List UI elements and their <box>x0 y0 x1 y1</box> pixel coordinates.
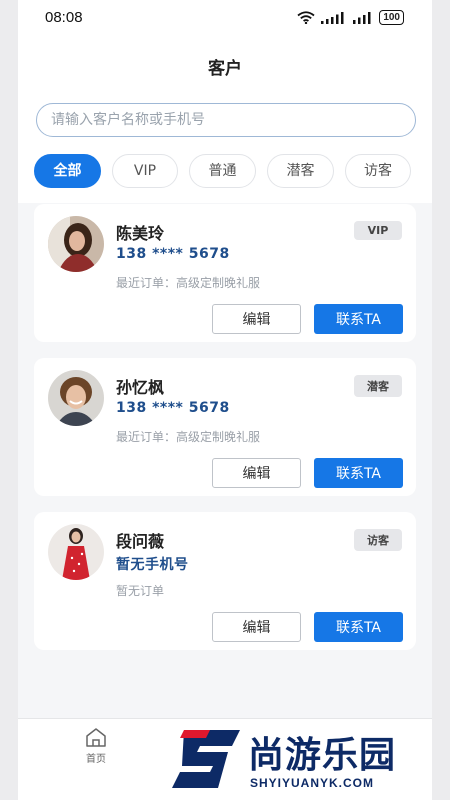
battery-indicator: 100 <box>379 10 404 25</box>
avatar <box>48 216 104 272</box>
edit-button[interactable]: 编辑 <box>212 612 301 642</box>
signal-icon <box>321 11 344 24</box>
filter-chip-prospect[interactable]: 潜客 <box>267 154 334 188</box>
status-icons: 100 <box>297 10 404 25</box>
page-title: 客户 <box>208 59 242 79</box>
filter-chip-all[interactable]: 全部 <box>34 154 101 188</box>
status-time: 08:08 <box>45 9 83 26</box>
recent-order: 最近订单：高级定制晚礼服 <box>116 276 261 290</box>
avatar <box>48 370 104 426</box>
search-bar <box>18 90 432 140</box>
app-screen: 08:08 100 客户 请输入客户名称或手机号 全部 VIP 普通 潜客 访客… <box>18 0 432 800</box>
watermark-brand: 尚游乐园 <box>248 735 397 776</box>
customer-card[interactable]: 段问薇 暂无手机号 暂无订单 访客 编辑 联系TA <box>34 512 416 650</box>
tab-home[interactable]: 首页 <box>76 727 116 765</box>
search-input[interactable] <box>36 103 416 137</box>
home-icon <box>86 728 106 747</box>
recent-order: 暂无订单 <box>116 584 165 598</box>
page-header: 客户 <box>18 38 432 90</box>
customer-phone: 138 **** 5678 <box>116 400 230 416</box>
customer-name: 段问薇 <box>116 532 165 551</box>
customer-phone: 138 **** 5678 <box>116 246 230 262</box>
watermark-logo: 尚游乐园 SHYIYUANYK.COM <box>170 720 450 800</box>
contact-button[interactable]: 联系TA <box>314 612 403 642</box>
wifi-icon <box>297 11 315 24</box>
edit-button[interactable]: 编辑 <box>212 458 301 488</box>
filter-chip-vip[interactable]: VIP <box>112 154 178 188</box>
brand-s-logo-icon <box>172 730 240 788</box>
recent-order: 最近订单：高级定制晚礼服 <box>116 430 261 444</box>
avatar <box>48 524 104 580</box>
customer-tag-badge: 访客 <box>354 529 402 551</box>
filter-tabs: 全部 VIP 普通 潜客 访客 <box>18 140 432 203</box>
filter-chip-normal[interactable]: 普通 <box>189 154 256 188</box>
customer-name: 陈美玲 <box>116 224 165 243</box>
contact-button[interactable]: 联系TA <box>314 458 403 488</box>
customer-tag-badge: VIP <box>354 221 402 240</box>
customer-name: 孙忆枫 <box>116 378 165 397</box>
customer-tag-badge: 潜客 <box>354 375 402 397</box>
contact-button[interactable]: 联系TA <box>314 304 403 334</box>
tab-home-label: 首页 <box>86 754 106 765</box>
customer-phone: 暂无手机号 <box>116 557 189 573</box>
filter-chip-visitor[interactable]: 访客 <box>345 154 411 188</box>
edit-button[interactable]: 编辑 <box>212 304 301 334</box>
status-bar: 08:08 100 <box>18 0 432 38</box>
customer-card[interactable]: 孙忆枫 138 **** 5678 最近订单：高级定制晚礼服 潜客 编辑 联系T… <box>34 358 416 496</box>
signal-icon-2 <box>353 11 371 24</box>
customer-card[interactable]: 陈美玲 138 **** 5678 最近订单：高级定制晚礼服 VIP 编辑 联系… <box>34 204 416 342</box>
watermark-url: SHYIYUANYK.COM <box>250 776 375 790</box>
